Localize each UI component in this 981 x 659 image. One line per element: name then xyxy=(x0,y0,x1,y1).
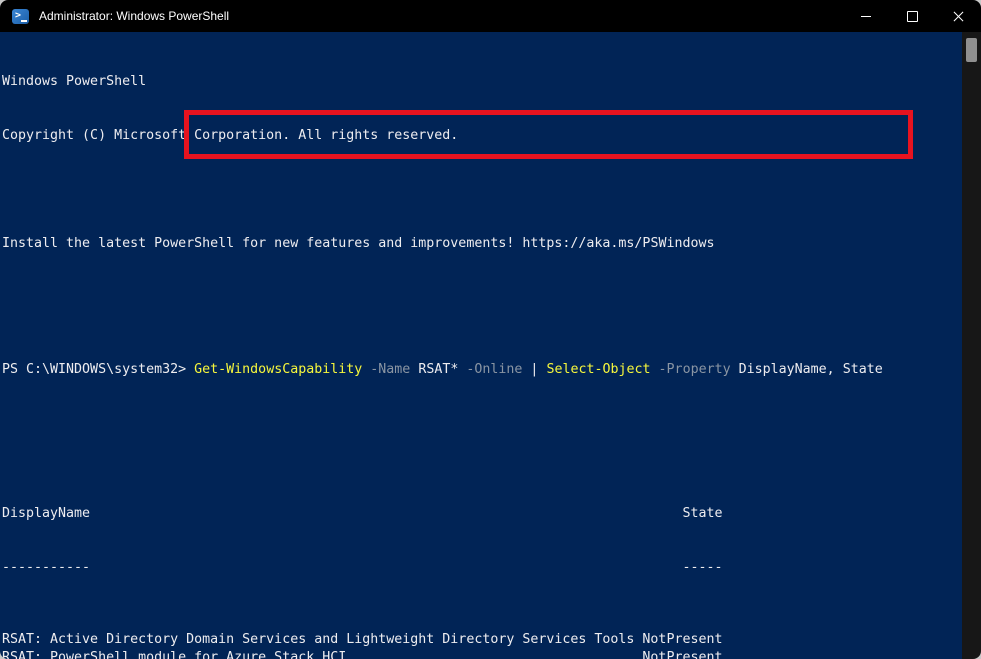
minimize-icon xyxy=(861,16,871,17)
row-displayname: RSAT: Active Directory Domain Services a… xyxy=(2,631,642,649)
command-text: Get-WindowsCapability -Name RSAT* -Onlin… xyxy=(186,362,883,377)
window-title: Administrator: Windows PowerShell xyxy=(39,9,229,23)
maximize-button[interactable] xyxy=(889,0,935,32)
scrollbar[interactable] xyxy=(962,32,981,659)
command-segment: Get-WindowsCapability xyxy=(194,362,362,377)
update-notice-line: Install the latest PowerShell for new fe… xyxy=(2,235,962,253)
command-line: PS C:\WINDOWS\system32> Get-WindowsCapab… xyxy=(2,361,962,379)
powershell-icon: > xyxy=(12,9,29,24)
command-segment: -Name xyxy=(370,362,410,377)
copyright-line: Copyright (C) Microsoft Corporation. All… xyxy=(2,127,962,145)
table-header-row: DisplayNameState xyxy=(2,505,962,523)
table-row: RSAT: PowerShell module for Azure Stack … xyxy=(2,649,962,659)
banner-line: Windows PowerShell xyxy=(2,73,962,91)
close-button[interactable] xyxy=(935,0,981,32)
close-icon xyxy=(953,11,964,22)
row-displayname: RSAT: PowerShell module for Azure Stack … xyxy=(2,649,642,659)
command-segment xyxy=(186,362,194,377)
command-segment xyxy=(731,362,739,377)
maximize-icon xyxy=(907,11,918,22)
row-state: NotPresent xyxy=(642,649,722,659)
powershell-icon-underscore xyxy=(21,20,27,22)
command-segment: Select-Object xyxy=(546,362,650,377)
table-underline-row: ---------------- xyxy=(2,559,962,577)
table-rows: RSAT: Active Directory Domain Services a… xyxy=(2,631,962,659)
table-header-displayname: DisplayName xyxy=(2,505,642,523)
blank-line xyxy=(2,289,962,307)
command-segment: | xyxy=(522,362,546,377)
title-bar: > Administrator: Windows PowerShell xyxy=(0,0,981,32)
blank-line xyxy=(2,181,962,199)
row-state: NotPresent xyxy=(642,631,722,649)
command-segment: RSAT* xyxy=(418,362,458,377)
table-underline-displayname: ----------- xyxy=(2,559,642,577)
command-segment: -Online xyxy=(466,362,522,377)
table-underline-state: ----- xyxy=(642,559,722,577)
command-segment xyxy=(651,362,659,377)
terminal-output[interactable]: Windows PowerShell Copyright (C) Microso… xyxy=(0,32,962,659)
table-row: RSAT: Active Directory Domain Services a… xyxy=(2,631,962,649)
window-controls xyxy=(843,0,981,32)
blank-line xyxy=(2,433,962,451)
command-segment: DisplayName, State xyxy=(739,362,883,377)
scrollbar-thumb[interactable] xyxy=(966,38,977,62)
powershell-window: > Administrator: Windows PowerShell Wind… xyxy=(0,0,981,659)
prompt-text: PS C:\WINDOWS\system32> xyxy=(2,362,186,377)
command-segment: -Property xyxy=(659,362,731,377)
minimize-button[interactable] xyxy=(843,0,889,32)
table-header-state: State xyxy=(642,505,722,523)
